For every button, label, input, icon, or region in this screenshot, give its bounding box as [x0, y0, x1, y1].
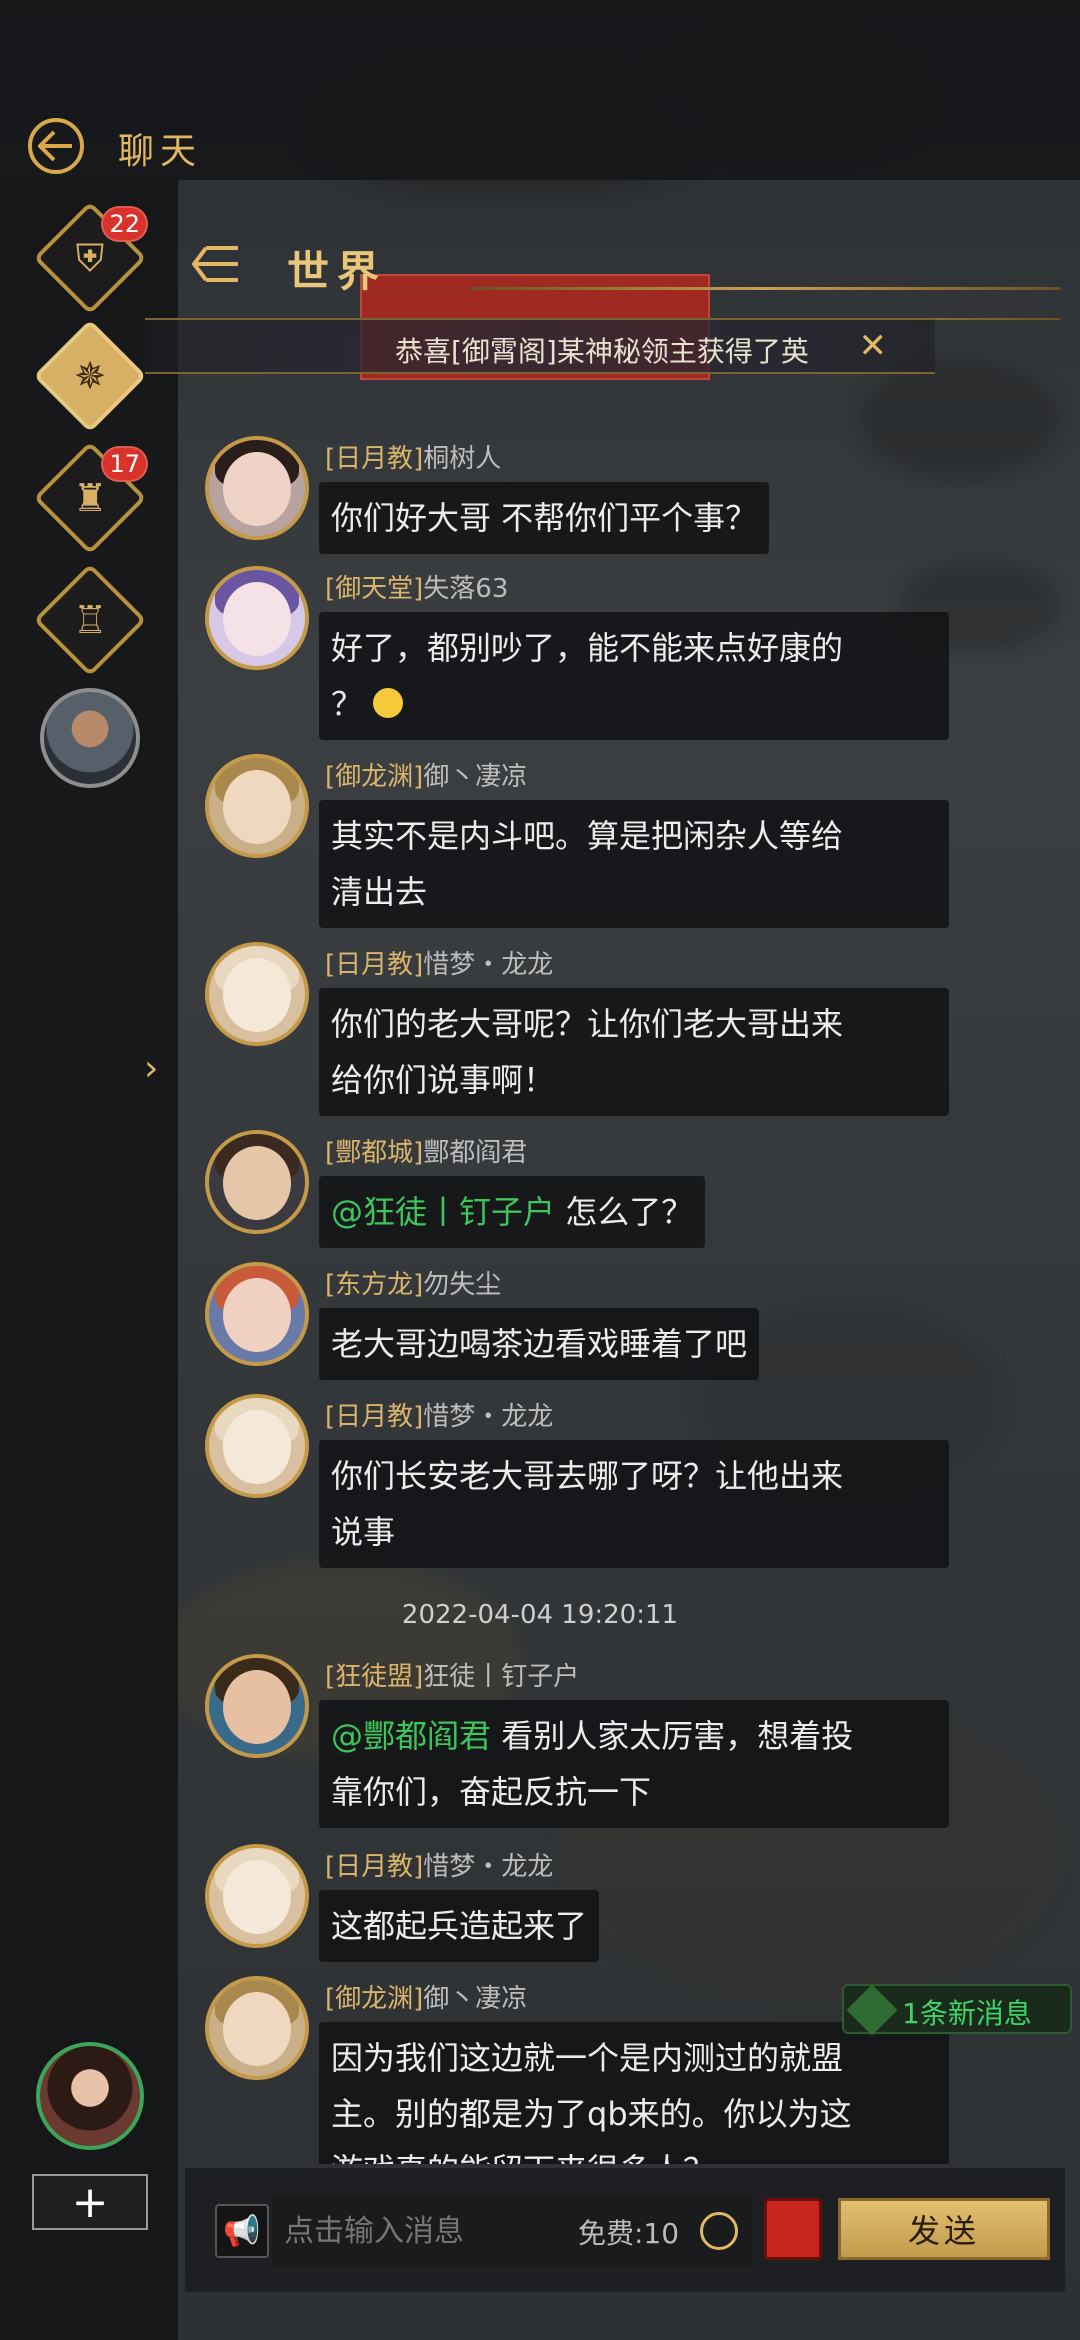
- avatar[interactable]: [205, 942, 309, 1046]
- message-bubble[interactable]: 好了，都别吵了，能不能来点好康的 ？: [319, 612, 949, 740]
- channel-sidebar: ⛨ 22 ✵ ♜ 17 ♖ +: [0, 180, 178, 2340]
- top-bar: 聊天: [0, 0, 1080, 180]
- private-chat-avatar[interactable]: [40, 688, 140, 788]
- add-button[interactable]: +: [32, 2174, 148, 2230]
- message-bubble[interactable]: 其实不是内斗吧。算是把闲杂人等给 清出去: [319, 800, 949, 928]
- unread-badge: 22: [101, 206, 148, 242]
- sender-name: [酆都城]酆都阎君: [325, 1138, 528, 1168]
- page-title: 聊天: [118, 131, 203, 172]
- avatar[interactable]: [205, 1654, 309, 1758]
- red-envelope-icon[interactable]: [764, 2198, 822, 2260]
- avatar[interactable]: [205, 1130, 309, 1234]
- unread-badge: 17: [101, 446, 148, 482]
- sender-name: [御龙渊]御丶凄凉: [325, 1984, 528, 2014]
- message-bubble[interactable]: @狂徒丨钉子户 怎么了？: [319, 1176, 706, 1248]
- sender-name: [日月教]惜梦・龙龙: [325, 950, 554, 980]
- sender-name: [东方龙]勿失尘: [325, 1270, 502, 1300]
- channel-title: 世界: [287, 247, 388, 296]
- smiley-emoji-icon: [373, 688, 404, 718]
- avatar[interactable]: [205, 1262, 309, 1366]
- message-bubble[interactable]: @酆都阎君 看别人家太厉害，想着投 靠你们，奋起反抗一下: [319, 1700, 949, 1828]
- sender-name: [日月教]惜梦・龙龙: [325, 1852, 554, 1882]
- sender-name: [狂徒盟]狂徒丨钉子户: [325, 1662, 580, 1692]
- avatar[interactable]: [205, 436, 309, 540]
- message-bubble[interactable]: 因为我们这边就一个是内测过的就盟主。别的都是为了qb来的。你以为这游戏真的能留下…: [319, 2022, 949, 2164]
- speaker-icon[interactable]: 📢: [215, 2204, 269, 2258]
- message-input[interactable]: [272, 2196, 752, 2266]
- avatar[interactable]: [205, 1976, 309, 2080]
- avatar[interactable]: [205, 566, 309, 670]
- free-count: 免费:10: [578, 2217, 680, 2250]
- back-button[interactable]: [28, 118, 84, 174]
- new-message-indicator[interactable]: 1条新消息: [842, 1984, 1072, 2036]
- mention-link[interactable]: @酆都阎君: [331, 1717, 491, 1755]
- message-timestamp: 2022-04-04 19:20:11: [401, 1600, 679, 1630]
- announcement-marquee: 恭喜[御霄阁]某神秘领主获得了英 ✕: [145, 318, 935, 374]
- divider: [470, 287, 1060, 290]
- chevron-right-icon[interactable]: ›: [144, 1048, 158, 1089]
- message-bubble[interactable]: 你们长安老大哥去哪了呀？让他出来 说事: [319, 1440, 949, 1568]
- sender-name: [御天堂]失落63: [325, 574, 509, 604]
- message-bubble[interactable]: 你们好大哥 不帮你们平个事？: [319, 482, 770, 554]
- menu-icon[interactable]: [191, 238, 244, 290]
- message-bubble[interactable]: 这都起兵造起来了: [319, 1890, 600, 1962]
- avatar[interactable]: [205, 754, 309, 858]
- close-icon[interactable]: ✕: [859, 326, 888, 366]
- avatar[interactable]: [205, 1394, 309, 1498]
- message-bubble[interactable]: 你们的老大哥呢？让你们老大哥出来 给你们说事啊！: [319, 988, 949, 1116]
- sender-name: [日月教]惜梦・龙龙: [325, 1402, 554, 1432]
- sender-name: [日月教]桐树人: [325, 444, 502, 474]
- mention-link[interactable]: @狂徒丨钉子户: [331, 1193, 555, 1231]
- avatar[interactable]: [205, 1844, 309, 1948]
- emoji-icon[interactable]: [700, 2212, 738, 2250]
- sender-name: [御龙渊]御丶凄凉: [325, 762, 528, 792]
- announcement-text: 恭喜[御霄阁]某神秘领主获得了英: [395, 335, 809, 368]
- castle-icon: ♖: [72, 598, 108, 642]
- chevron-down-icon: [846, 1984, 898, 2036]
- compass-icon: ✵: [74, 354, 106, 398]
- sidebar-item-alliance[interactable]: ⛨ 22: [33, 201, 148, 315]
- sidebar-item-castle[interactable]: ♖: [33, 563, 147, 677]
- sidebar-item-city[interactable]: ♜ 17: [33, 441, 148, 555]
- message-bubble[interactable]: 老大哥边喝茶边看戏睡着了吧: [319, 1308, 760, 1380]
- send-button[interactable]: 发送: [838, 2198, 1050, 2260]
- my-avatar[interactable]: [36, 2042, 144, 2150]
- sidebar-item-world[interactable]: ✵: [33, 319, 147, 433]
- channel-header: 世界: [191, 230, 1062, 310]
